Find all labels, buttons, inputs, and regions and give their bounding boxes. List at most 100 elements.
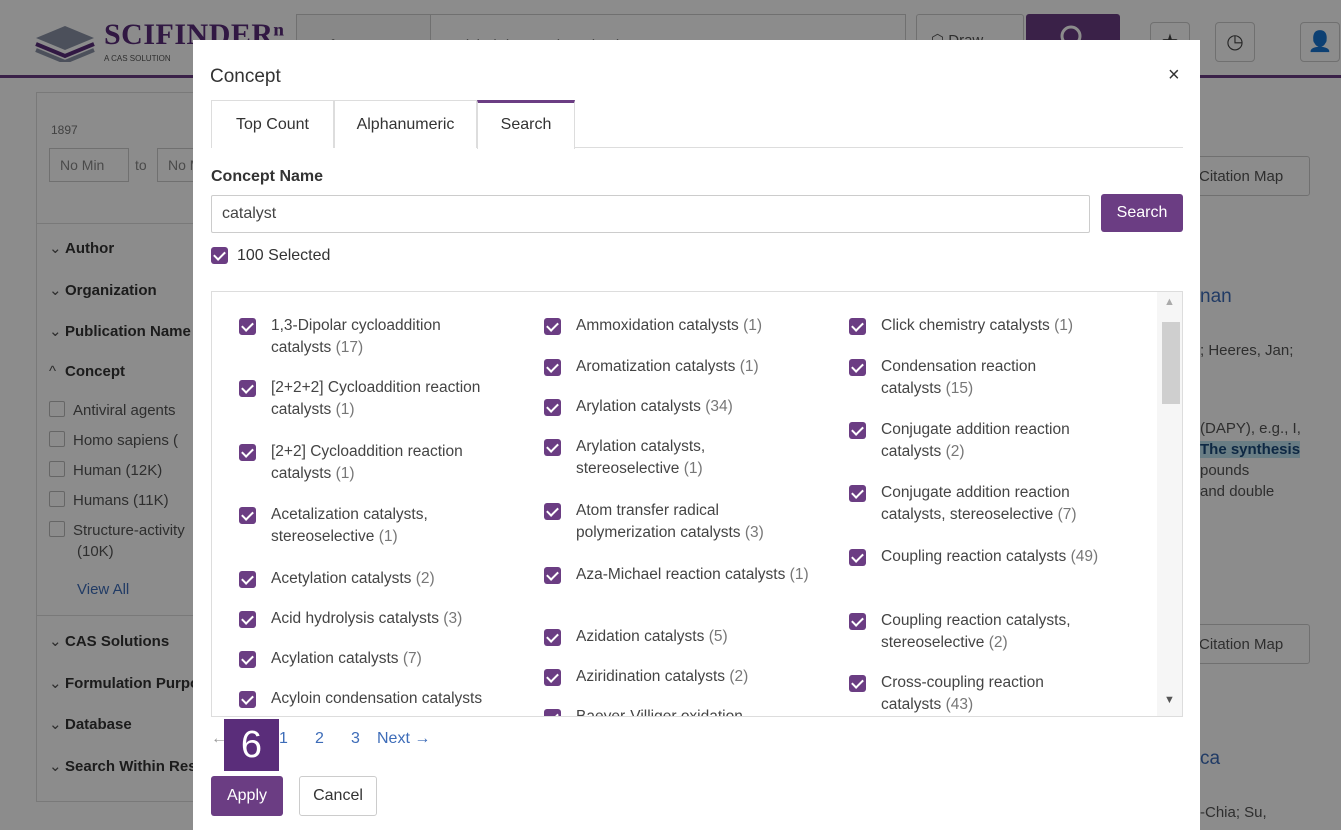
concept-dialog: Concept × Top Count Alphanumeric Search … [193, 40, 1200, 830]
option-name: Conjugate addition reaction catalysts, s… [881, 484, 1070, 523]
tab-bar: Top Count Alphanumeric Search [211, 100, 1183, 149]
page-link-3[interactable]: 3 [351, 730, 360, 748]
concept-results-list[interactable]: 1,3-Dipolar cycloaddition catalysts (17)… [211, 291, 1183, 717]
apply-button[interactable]: Apply [211, 776, 283, 816]
concept-option[interactable]: Acylation catalysts (7) [239, 648, 519, 670]
concept-option[interactable]: Coupling reaction catalysts (49) [849, 546, 1114, 568]
option-name: Acetylation catalysts [271, 570, 412, 587]
option-name: Aromatization catalysts [576, 358, 736, 375]
option-name: Conjugate addition reaction catalysts [881, 421, 1070, 460]
concept-option[interactable]: Atom transfer radical polymerization cat… [544, 500, 804, 544]
option-name: Acyloin condensation catalysts [271, 690, 483, 707]
option-count: (7) [1057, 506, 1077, 523]
concept-option[interactable]: Acetylation catalysts (2) [239, 568, 519, 590]
next-page-link[interactable]: Next → [377, 730, 430, 748]
option-name: Arylation catalysts [576, 398, 701, 415]
option-checkbox[interactable] [544, 318, 561, 335]
option-count: (1) [1054, 317, 1074, 334]
option-count: (43) [945, 696, 974, 713]
concept-option[interactable]: Arylation catalysts (34) [544, 396, 824, 418]
option-name: Click chemistry catalysts [881, 317, 1050, 334]
option-checkbox[interactable] [544, 399, 561, 416]
concept-option[interactable]: [2+2] Cycloaddition reaction catalysts (… [239, 441, 504, 485]
concept-option[interactable]: Condensation reaction catalysts (15) [849, 356, 1089, 400]
concept-option[interactable]: Coupling reaction catalysts, stereoselec… [849, 610, 1114, 654]
concept-option[interactable]: Ammoxidation catalysts (1) [544, 315, 824, 337]
option-checkbox[interactable] [239, 318, 256, 335]
option-count: (2) [988, 634, 1008, 651]
dialog-title: Concept [210, 66, 281, 87]
concept-option[interactable]: Cross-coupling reaction catalysts (43) [849, 672, 1089, 716]
option-checkbox[interactable] [544, 709, 561, 716]
option-checkbox[interactable] [544, 359, 561, 376]
concept-option[interactable]: Conjugate addition reaction catalysts, s… [849, 482, 1114, 526]
concept-option[interactable]: [2+2+2] Cycloaddition reaction catalysts… [239, 377, 504, 421]
scroll-down-arrow-icon[interactable]: ▼ [1164, 694, 1175, 706]
option-checkbox[interactable] [239, 691, 256, 708]
tab-top-count[interactable]: Top Count [211, 100, 334, 148]
concept-option[interactable]: 1,3-Dipolar cycloaddition catalysts (17) [239, 315, 499, 359]
option-name: Acetalization catalysts, stereoselective [271, 506, 428, 545]
option-count: (3) [443, 610, 463, 627]
option-checkbox[interactable] [849, 549, 866, 566]
option-count: (2) [945, 443, 965, 460]
option-checkbox[interactable] [544, 503, 561, 520]
option-checkbox[interactable] [849, 318, 866, 335]
page-link-1[interactable]: 1 [279, 730, 288, 748]
concept-option[interactable]: Click chemistry catalysts (1) [849, 315, 1129, 337]
concept-option[interactable]: Aziridination catalysts (2) [544, 666, 824, 688]
option-checkbox[interactable] [239, 651, 256, 668]
concept-option[interactable]: Acyloin condensation catalysts [239, 688, 539, 710]
concept-option[interactable]: Conjugate addition reaction catalysts (2… [849, 419, 1114, 463]
concept-search-button[interactable]: Search [1101, 194, 1183, 232]
concept-option[interactable]: Azidation catalysts (5) [544, 626, 824, 648]
option-checkbox[interactable] [239, 611, 256, 628]
option-checkbox[interactable] [849, 675, 866, 692]
option-name: [2+2] Cycloaddition reaction catalysts [271, 443, 463, 482]
option-checkbox[interactable] [544, 567, 561, 584]
close-icon[interactable]: × [1168, 64, 1180, 87]
option-checkbox[interactable] [239, 380, 256, 397]
concept-option[interactable]: Arylation catalysts, stereoselective (1) [544, 436, 774, 480]
option-count: (1) [683, 460, 703, 477]
option-name: Coupling reaction catalysts [881, 548, 1067, 565]
scrollbar-thumb[interactable] [1162, 322, 1180, 404]
option-name: Baeyer-Villiger oxidation [576, 708, 743, 717]
option-name: [2+2+2] Cycloaddition reaction catalysts [271, 379, 481, 418]
option-name: Atom transfer radical polymerization cat… [576, 502, 741, 541]
concept-option[interactable]: Baeyer-Villiger oxidation [544, 706, 824, 717]
concept-option[interactable]: Acetalization catalysts, stereoselective… [239, 504, 499, 548]
tab-search[interactable]: Search [477, 100, 575, 149]
option-checkbox[interactable] [239, 571, 256, 588]
step-number-badge: 6 [224, 719, 279, 771]
option-count: (2) [415, 570, 435, 587]
option-checkbox[interactable] [849, 422, 866, 439]
cancel-button[interactable]: Cancel [299, 776, 377, 816]
concept-name-label: Concept Name [211, 168, 324, 185]
concept-option[interactable]: Aromatization catalysts (1) [544, 356, 824, 378]
concept-option[interactable]: Aza-Michael reaction catalysts (1) [544, 564, 824, 586]
option-name: Coupling reaction catalysts, stereoselec… [881, 612, 1071, 651]
page-link-2[interactable]: 2 [315, 730, 324, 748]
select-all-checkbox[interactable] [211, 247, 228, 264]
option-checkbox[interactable] [239, 444, 256, 461]
option-checkbox[interactable] [544, 629, 561, 646]
concept-option[interactable]: Acid hydrolysis catalysts (3) [239, 608, 519, 630]
concept-name-input[interactable] [211, 195, 1090, 233]
selected-count-label: 100 Selected [237, 247, 331, 264]
option-name: Ammoxidation catalysts [576, 317, 739, 334]
option-count: (1) [739, 358, 759, 375]
option-checkbox[interactable] [239, 507, 256, 524]
option-checkbox[interactable] [849, 485, 866, 502]
tab-alphanumeric[interactable]: Alphanumeric [334, 100, 477, 148]
option-count: (3) [744, 524, 764, 541]
option-checkbox[interactable] [849, 613, 866, 630]
option-checkbox[interactable] [544, 669, 561, 686]
option-name: Aziridination catalysts [576, 668, 726, 685]
option-name: Acylation catalysts [271, 650, 399, 667]
option-checkbox[interactable] [849, 359, 866, 376]
option-count: (1) [335, 465, 355, 482]
scroll-up-arrow-icon[interactable]: ▲ [1164, 296, 1175, 308]
option-checkbox[interactable] [544, 439, 561, 456]
option-count: (2) [729, 668, 749, 685]
